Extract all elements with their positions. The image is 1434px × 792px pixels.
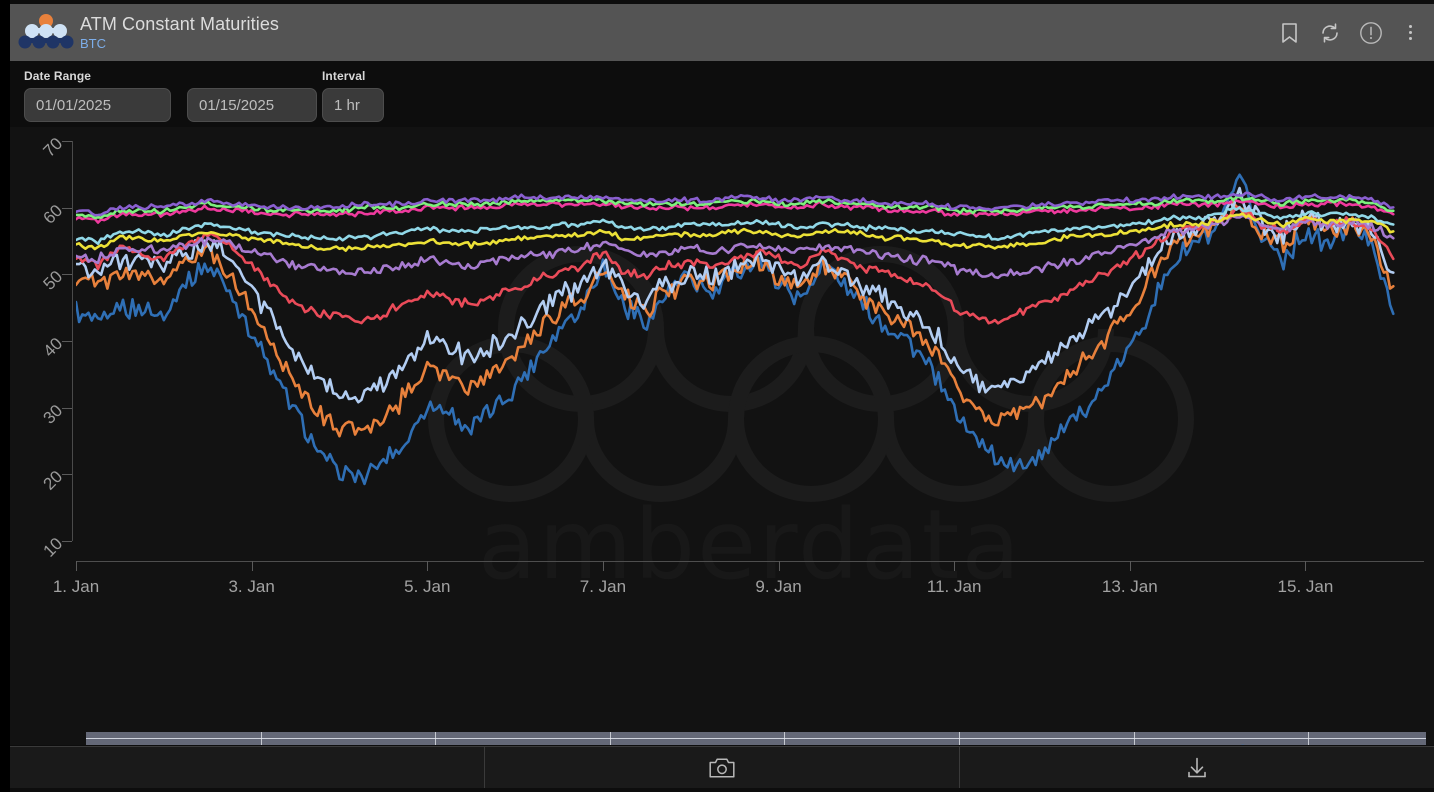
- y-axis-line: [72, 141, 73, 541]
- chart-application: ATM Constant Maturities BTC Date Range 0…: [0, 0, 1434, 792]
- refresh-icon[interactable]: [1318, 21, 1342, 45]
- y-axis-tick-label: 50: [39, 267, 67, 295]
- y-axis-tick: [62, 207, 72, 209]
- controls-bar: Date Range 01/01/2025 01/15/2025 Interva…: [10, 61, 1434, 127]
- y-axis-tick-label: 30: [39, 400, 67, 428]
- x-axis-tick: [954, 561, 956, 571]
- range-navigator[interactable]: 1. Jan3. Jan5. Jan7. Jan9. Jan11. Jan13.…: [86, 732, 1426, 745]
- interval-label: Interval: [322, 69, 366, 83]
- y-axis-tick-label: 70: [39, 133, 67, 161]
- camera-snapshot-button[interactable]: [485, 747, 960, 788]
- bookmark-icon[interactable]: [1277, 21, 1301, 45]
- x-axis-tick-label: 13. Jan: [1101, 577, 1158, 596]
- window-edge-left: [0, 0, 10, 792]
- y-axis-tick: [62, 274, 72, 276]
- y-axis-tick-label: 60: [39, 200, 67, 228]
- navigator-gridline: [958, 732, 960, 745]
- navigator-gridline: [1133, 732, 1135, 745]
- date-range-label: Date Range: [24, 69, 92, 83]
- info-circle-icon[interactable]: [1359, 21, 1383, 45]
- y-axis-tick: [62, 341, 72, 342]
- interval-input[interactable]: 1 hr: [322, 88, 384, 122]
- navigator-gridline: [435, 732, 437, 745]
- x-axis-tick: [602, 561, 604, 571]
- header-title-block: ATM Constant Maturities BTC: [80, 14, 279, 52]
- x-axis-tick-label: 11. Jan: [926, 577, 982, 596]
- header-actions: [1277, 21, 1434, 45]
- camera-icon: [709, 757, 735, 779]
- y-axis-tick: [62, 541, 72, 542]
- x-axis-tick: [76, 561, 77, 571]
- y-axis-tick: [62, 407, 72, 409]
- x-axis-tick-label: 15. Jan: [1277, 577, 1334, 596]
- x-axis-tick-label: 7. Jan: [579, 577, 627, 596]
- y-axis-tick: [62, 474, 72, 476]
- date-range-group: Date Range 01/01/2025 01/15/2025: [24, 69, 317, 122]
- x-axis-tick: [427, 561, 429, 571]
- y-axis: 10 20 30 40 50 60 70: [10, 127, 76, 567]
- plot-area: amberdata: [76, 149, 1424, 601]
- navigator-gridline: [260, 732, 262, 745]
- x-axis-tick-label: 9. Jan: [755, 577, 802, 596]
- bottom-toolbar: [10, 746, 1434, 788]
- y-axis-tick-label: 10: [39, 533, 67, 561]
- y-axis-tick-label: 40: [39, 333, 67, 361]
- app-header: ATM Constant Maturities BTC: [10, 4, 1434, 61]
- series-line-atm-1: [76, 173, 1395, 486]
- kebab-menu-icon[interactable]: [1400, 22, 1420, 44]
- x-axis: 1. Jan 3. Jan 5. Jan 7. Jan 9. Jan 11. Jan 13.…: [53, 561, 1424, 611]
- toolbar-cell-empty[interactable]: [10, 747, 485, 788]
- navigator-gridline: [1308, 732, 1310, 745]
- date-from-input[interactable]: 01/01/2025: [24, 88, 171, 122]
- x-axis-tick: [251, 561, 253, 571]
- navigator-inner: 1. Jan3. Jan5. Jan7. Jan9. Jan11. Jan13.…: [86, 732, 1426, 745]
- x-axis-line: [76, 561, 1424, 562]
- navigator-gridline: [609, 732, 611, 745]
- interval-group: Interval 1 hr: [322, 69, 384, 122]
- date-to-input[interactable]: 01/15/2025: [187, 88, 317, 122]
- x-axis-tick: [778, 561, 780, 571]
- x-axis-tick: [1129, 561, 1131, 571]
- page-title: ATM Constant Maturities: [80, 13, 280, 34]
- download-icon: [1185, 756, 1209, 780]
- navigator-gridline: [784, 732, 786, 745]
- x-axis-tick: [1305, 561, 1307, 571]
- page-subtitle: BTC: [80, 35, 106, 51]
- amberdata-molecule-logo: [18, 11, 74, 55]
- series-line-atm-90: [76, 195, 1395, 220]
- x-axis-tick-label: 3. Jan: [228, 577, 275, 596]
- x-axis-tick-label: 1. Jan: [52, 577, 100, 596]
- x-axis-tick-label: 5. Jan: [404, 577, 451, 596]
- y-axis-tick-label: 20: [39, 467, 67, 495]
- navigator-top-line: [86, 738, 1426, 739]
- chart-panel: 10 20 30 40 50 60 70 amberdata 1. Jan 3.…: [10, 127, 1434, 745]
- download-button[interactable]: [960, 747, 1434, 788]
- y-axis-tick: [62, 141, 72, 142]
